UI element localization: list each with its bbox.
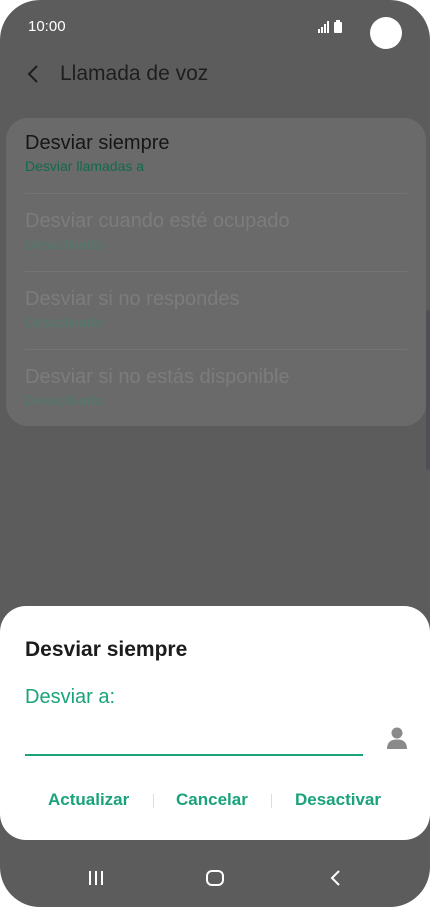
button-separator bbox=[271, 794, 272, 808]
status-time: 10:00 bbox=[28, 18, 66, 35]
list-item-always[interactable]: Desviar siempre Desviar llamadas a bbox=[25, 132, 407, 210]
list-item-title: Desviar cuando esté ocupado bbox=[25, 210, 290, 232]
dialog-buttons: Actualizar Cancelar Desactivar bbox=[0, 784, 430, 820]
recent-apps-icon[interactable] bbox=[84, 866, 108, 890]
list-item-unreachable[interactable]: Desviar si no estás disponible Desactiva… bbox=[25, 366, 407, 444]
phone-number-input[interactable] bbox=[25, 726, 363, 756]
cancel-button[interactable]: Cancelar bbox=[176, 790, 248, 810]
list-item-subtitle: Desviar llamadas a bbox=[25, 158, 145, 174]
list-item-title: Desviar siempre bbox=[25, 132, 170, 154]
update-button[interactable]: Actualizar bbox=[48, 790, 129, 810]
phone-screen: 10:00 Llamada de voz Desviar siempre Des… bbox=[0, 0, 430, 907]
contact-icon[interactable] bbox=[386, 726, 408, 750]
back-nav-icon[interactable] bbox=[324, 866, 348, 890]
app-bar: Llamada de voz bbox=[22, 62, 208, 86]
list-item-subtitle: Desactivado bbox=[25, 314, 103, 330]
back-arrow-icon[interactable] bbox=[22, 62, 46, 86]
disable-button[interactable]: Desactivar bbox=[295, 790, 381, 810]
divider bbox=[25, 193, 407, 194]
dialog-title: Desviar siempre bbox=[25, 638, 188, 661]
list-item-no-answer[interactable]: Desviar si no respondes Desactivado bbox=[25, 288, 407, 366]
edge-panel-handle[interactable] bbox=[426, 310, 430, 470]
forward-to-label: Desviar a: bbox=[25, 686, 116, 708]
forward-dialog: Desviar siempre Desviar a: Actualizar Ca… bbox=[0, 606, 430, 840]
list-item-busy[interactable]: Desviar cuando esté ocupado Desactivado bbox=[25, 210, 407, 288]
camera-cutout bbox=[370, 17, 402, 49]
list-item-title: Desviar si no respondes bbox=[25, 288, 240, 310]
battery-icon bbox=[334, 20, 342, 33]
signal-icon bbox=[318, 21, 329, 33]
page-title: Llamada de voz bbox=[60, 62, 209, 85]
status-bar: 10:00 bbox=[28, 18, 402, 38]
divider bbox=[25, 271, 407, 272]
home-icon[interactable] bbox=[203, 866, 227, 890]
status-icons bbox=[318, 20, 342, 33]
navigation-bar bbox=[0, 866, 430, 898]
divider bbox=[25, 349, 407, 350]
button-separator bbox=[153, 794, 154, 808]
list-item-subtitle: Desactivado bbox=[25, 236, 103, 252]
list-item-subtitle: Desactivado bbox=[25, 392, 103, 408]
list-item-title: Desviar si no estás disponible bbox=[25, 366, 290, 388]
forwarding-options-card: Desviar siempre Desviar llamadas a Desvi… bbox=[6, 118, 426, 426]
